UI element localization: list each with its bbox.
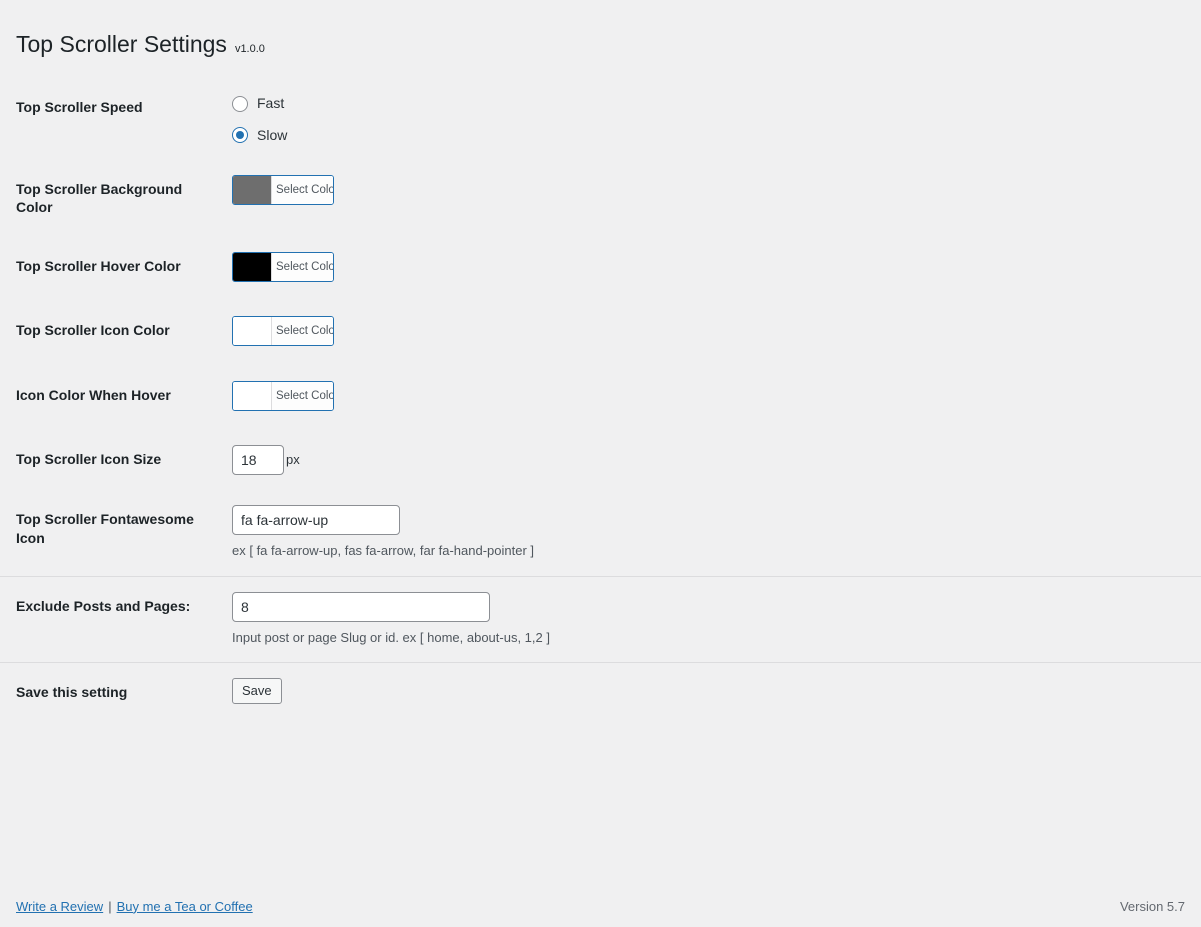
wordpress-version-label: Version 5.7 (1119, 898, 1185, 914)
radio-label-slow: Slow (257, 126, 288, 143)
field-fontawesome-icon: ex [ fa fa-arrow-up, fas fa-arrow, far f… (222, 490, 1201, 577)
row-icon-color-hover: Icon Color When Hover Select Color (0, 366, 1201, 431)
page-footer: Write a Review | Buy me a Tea or Coffee … (0, 894, 1201, 918)
fontawesome-icon-input[interactable] (232, 505, 400, 536)
label-icon-size: Top Scroller Icon Size (16, 451, 162, 468)
color-picker-icon-hover-label: Select Color (272, 381, 333, 410)
settings-form-table: Top Scroller Speed Fast Slow Top Scrolle… (0, 78, 1201, 721)
color-swatch-hover (233, 252, 272, 281)
field-icon-color: Select Color (222, 301, 1201, 366)
exclude-posts-hint: Input post or page Slug or id. ex [ home… (232, 629, 550, 645)
row-icon-color: Top Scroller Icon Color Select Color (0, 301, 1201, 366)
radio-option-fast[interactable]: Fast (232, 94, 1191, 114)
color-swatch-icon (233, 317, 272, 346)
color-picker-icon[interactable]: Select Color (232, 316, 334, 347)
field-icon-color-hover: Select Color (222, 366, 1201, 431)
donate-link[interactable]: Buy me a Tea or Coffee (117, 899, 253, 914)
field-save-setting: Save (222, 662, 1201, 721)
row-fontawesome-icon: Top Scroller Fontawesome Icon ex [ fa fa… (0, 490, 1201, 577)
fontawesome-icon-hint: ex [ fa fa-arrow-up, fas fa-arrow, far f… (232, 543, 535, 559)
radio-icon-fast[interactable] (232, 95, 248, 112)
page-header: Top Scroller Settings v1.0.0 (16, 30, 265, 60)
page-title: Top Scroller Settings (16, 31, 227, 57)
color-picker-hover[interactable]: Select Color (232, 251, 334, 282)
color-picker-background-label: Select Color (272, 176, 333, 205)
label-fontawesome-icon: Top Scroller Fontawesome Icon (0, 490, 222, 577)
color-picker-background[interactable]: Select Color (232, 175, 334, 206)
color-picker-icon-hover[interactable]: Select Color (232, 380, 334, 411)
row-hover-color: Top Scroller Hover Color Select Color (0, 237, 1201, 302)
row-background-color: Top Scroller Background Color Select Col… (0, 160, 1201, 236)
exclude-posts-input[interactable] (232, 591, 490, 622)
field-background-color: Select Color (222, 160, 1201, 236)
label-icon-color-hover: Icon Color When Hover (16, 386, 171, 403)
row-scroller-speed: Top Scroller Speed Fast Slow (0, 78, 1201, 160)
icon-size-input[interactable] (232, 445, 284, 476)
color-swatch-icon-hover (233, 381, 272, 410)
row-icon-size: Top Scroller Icon Size px (0, 430, 1201, 490)
settings-page: Top Scroller Settings v1.0.0 Top Scrolle… (0, 0, 1201, 927)
label-exclude-posts: Exclude Posts and Pages: (0, 576, 222, 663)
field-icon-size: px (222, 430, 1201, 490)
field-hover-color: Select Color (222, 237, 1201, 302)
row-save-setting: Save this setting Save (0, 662, 1201, 721)
label-background-color: Top Scroller Background Color (16, 181, 183, 216)
color-picker-icon-label: Select Color (272, 317, 333, 346)
row-exclude-posts: Exclude Posts and Pages: Input post or p… (0, 576, 1201, 663)
field-exclude-posts: Input post or page Slug or id. ex [ home… (222, 576, 1201, 663)
label-save-setting: Save this setting (16, 683, 128, 700)
label-hover-color: Top Scroller Hover Color (16, 257, 181, 274)
plugin-version-label: v1.0.0 (234, 43, 265, 55)
footer-links: Write a Review | Buy me a Tea or Coffee (16, 899, 253, 914)
radio-group-speed: Fast Slow (232, 93, 1191, 145)
radio-icon-slow[interactable] (232, 127, 248, 144)
radio-option-slow[interactable]: Slow (232, 126, 1191, 146)
icon-size-field-group: px (232, 445, 1191, 476)
color-swatch-background (233, 176, 272, 205)
color-picker-hover-label: Select Color (272, 252, 333, 281)
footer-separator: | (108, 898, 112, 914)
write-review-link[interactable]: Write a Review (16, 899, 103, 914)
save-button[interactable]: Save (232, 677, 282, 704)
radio-label-fast: Fast (257, 95, 285, 111)
icon-size-unit-label: px (286, 452, 300, 468)
field-scroller-speed: Fast Slow (222, 78, 1201, 160)
label-scroller-speed: Top Scroller Speed (16, 99, 143, 115)
label-icon-color: Top Scroller Icon Color (16, 322, 170, 339)
